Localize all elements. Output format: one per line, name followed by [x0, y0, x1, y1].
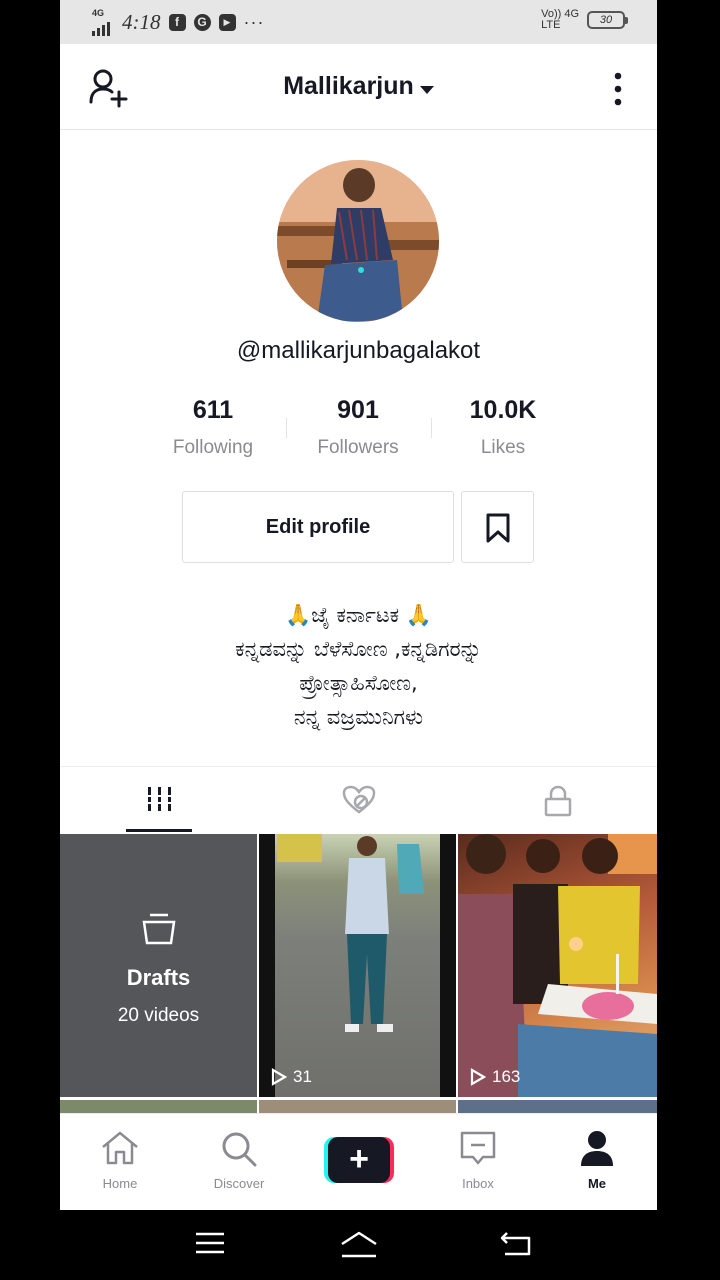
home-button-icon[interactable] — [339, 1230, 379, 1260]
favorites-button[interactable] — [461, 491, 534, 563]
video-thumbnail[interactable] — [60, 1100, 257, 1114]
lock-icon — [544, 785, 571, 817]
edit-profile-button[interactable]: Edit profile — [182, 491, 454, 563]
inbox-icon — [460, 1131, 496, 1165]
video-grid: Drafts 20 videos 31 163 — [60, 834, 657, 1114]
nav-home[interactable]: Home — [60, 1114, 180, 1210]
profile-username: @mallikarjunbagalakot — [236, 337, 481, 364]
more-vertical-icon[interactable] — [613, 72, 623, 106]
app-screen: 4G 4:18 f G ▶ ··· Vo)) 4G LTE 30 Mallika… — [60, 0, 657, 1210]
bookmark-icon — [486, 513, 510, 543]
tab-private[interactable] — [458, 767, 657, 833]
profile-tabs — [60, 766, 657, 834]
drafts-tile[interactable]: Drafts 20 videos — [60, 834, 257, 1097]
video-thumbnail[interactable] — [259, 1100, 456, 1114]
nav-me[interactable]: Me — [537, 1114, 657, 1210]
view-count: 31 — [271, 1067, 312, 1087]
nav-discover[interactable]: Discover — [179, 1114, 299, 1210]
profile-bio: 🙏ಜೈ ಕರ್ನಾಟಕ 🙏 ಕನ್ನಡವನ್ನು ಬೆಳೆಸೋಣ ,ಕನ್ನಡಿ… — [235, 603, 482, 729]
avatar[interactable] — [277, 160, 439, 322]
search-icon — [222, 1132, 257, 1167]
more-notifications-icon: ··· — [243, 12, 265, 32]
chevron-down-icon[interactable] — [419, 85, 434, 94]
bottom-navigation: Home Discover + Inbox Me — [60, 1113, 657, 1210]
active-tab-indicator — [126, 829, 192, 832]
play-icon — [470, 1068, 486, 1086]
status-time: 4:18 — [122, 10, 161, 34]
play-icon — [271, 1068, 287, 1086]
facebook-notification-icon: f — [168, 14, 186, 31]
tab-videos[interactable] — [60, 767, 259, 833]
profile-header: Mallikarjun — [60, 44, 657, 130]
video-thumbnail[interactable]: 163 — [458, 834, 657, 1097]
create-video-button[interactable]: + — [324, 1137, 394, 1183]
following-stat[interactable]: 611 Following — [153, 396, 273, 459]
videos-grid-icon — [145, 787, 174, 811]
plus-icon: + — [328, 1137, 390, 1183]
followers-stat[interactable]: 901 Followers — [298, 396, 418, 459]
view-count: 163 — [470, 1067, 520, 1087]
nav-inbox[interactable]: Inbox — [418, 1114, 538, 1210]
signal-icon: 4G — [92, 8, 114, 36]
profile-stats: 611 Following 901 Followers 10.0K Likes — [60, 396, 657, 466]
chrome-notification-icon: G — [193, 14, 211, 31]
drafts-icon — [142, 913, 175, 945]
tab-liked[interactable] — [259, 767, 458, 833]
menu-icon[interactable] — [194, 1230, 226, 1256]
likes-stat: 10.0K Likes — [469, 396, 537, 458]
video-thumbnail[interactable]: 31 — [259, 834, 456, 1097]
system-navigation-bar — [0, 1210, 720, 1280]
back-icon[interactable] — [499, 1230, 533, 1258]
youtube-notification-icon: ▶ — [218, 14, 236, 31]
network-status: Vo)) 4G LTE — [541, 8, 579, 31]
liked-hidden-icon — [342, 785, 375, 814]
status-bar: 4G 4:18 f G ▶ ··· Vo)) 4G LTE 30 — [60, 0, 657, 44]
profile-icon — [581, 1131, 613, 1166]
video-thumbnail[interactable] — [458, 1100, 657, 1114]
battery-icon: 30 — [587, 11, 628, 29]
account-switcher[interactable]: Mallikarjun — [283, 72, 414, 100]
home-icon — [102, 1131, 138, 1165]
